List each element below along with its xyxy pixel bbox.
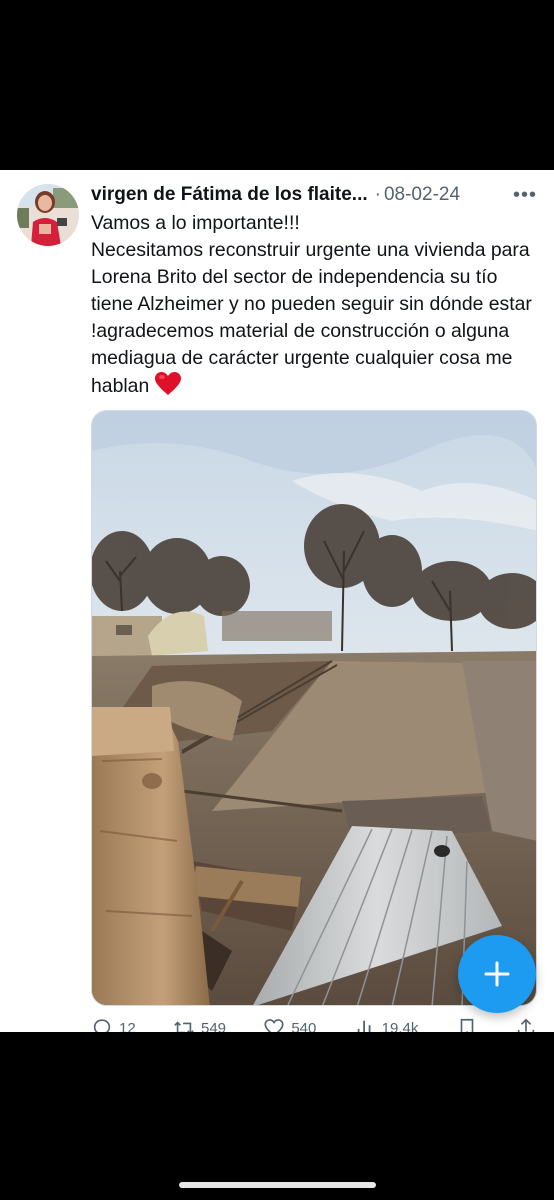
tweet-text-body: Vamos a lo importante!!! Necesitamos rec… [91, 212, 532, 397]
red-heart-icon [155, 372, 182, 404]
views-icon [357, 1020, 371, 1032]
avatar[interactable] [17, 184, 79, 246]
views-button[interactable]: 19,4k [354, 1016, 419, 1033]
reply-icon [93, 1019, 111, 1032]
retweet-icon [174, 1021, 194, 1032]
more-horizontal-icon[interactable]: ••• [510, 182, 540, 208]
tweet-actions: 12 549 540 19,4k [91, 1016, 537, 1032]
like-count: 540 [291, 1019, 317, 1033]
tweet-date[interactable]: 08-02-24 [384, 184, 460, 206]
bookmark-button[interactable] [456, 1016, 478, 1032]
reply-button[interactable]: 12 [91, 1016, 136, 1032]
home-indicator[interactable] [179, 1182, 376, 1188]
retweet-button[interactable]: 549 [173, 1016, 226, 1032]
bookmark-icon [460, 1018, 473, 1032]
compose-fab[interactable] [458, 935, 536, 1013]
tweet-photo[interactable] [91, 410, 537, 1006]
bottom-black-area [0, 1032, 554, 1200]
plus-icon [484, 961, 510, 987]
separator: · [374, 184, 381, 205]
reply-count: 12 [119, 1019, 136, 1033]
author-name[interactable]: virgen de Fátima de los flaite... [91, 184, 368, 206]
status-bar-area [0, 0, 554, 170]
tweet-card[interactable]: virgen de Fátima de los flaite... · 08-0… [0, 170, 554, 1032]
share-button[interactable] [515, 1016, 537, 1032]
share-icon [517, 1018, 535, 1032]
tweet-header: virgen de Fátima de los flaite... · 08-0… [91, 182, 540, 208]
views-count: 19,4k [381, 1019, 419, 1033]
tweet-text: Vamos a lo importante!!! Necesitamos rec… [91, 210, 541, 404]
retweet-count: 549 [200, 1019, 227, 1033]
like-button[interactable]: 540 [263, 1016, 316, 1032]
like-icon [264, 1019, 284, 1032]
